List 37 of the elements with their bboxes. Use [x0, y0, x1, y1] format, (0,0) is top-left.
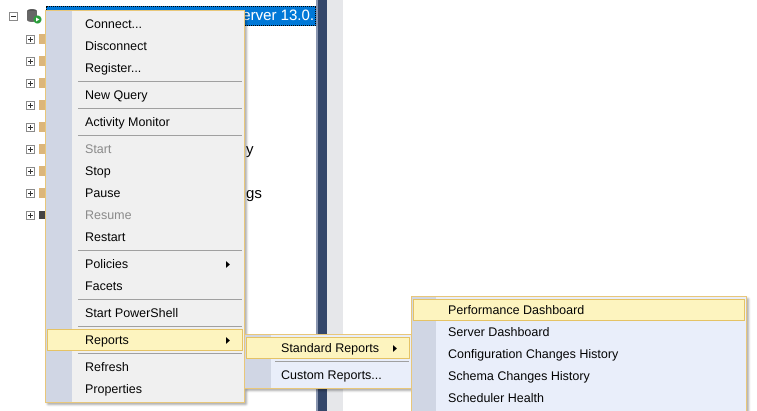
menu-item[interactable]: Schema Changes History [413, 365, 745, 387]
collapse-icon[interactable] [9, 12, 18, 20]
expand-icon[interactable] [26, 34, 35, 44]
menu-item[interactable]: Performance Dashboard [413, 299, 745, 321]
submenu-arrow-icon [226, 260, 230, 268]
tree-item-label[interactable]: gs [246, 184, 262, 202]
expand-icon[interactable] [26, 100, 35, 110]
submenu-arrow-icon [226, 336, 230, 344]
menu-item[interactable]: Disconnect [47, 35, 243, 57]
menu-item[interactable]: Scheduler Health [413, 387, 745, 409]
tree-item-label[interactable]: y [246, 140, 254, 158]
expand-icon[interactable] [26, 166, 35, 176]
menu-item[interactable]: Facets [47, 275, 243, 297]
expand-icon[interactable] [26, 210, 35, 220]
menu-item[interactable]: Configuration Changes History [413, 343, 745, 365]
submenu-arrow-icon [393, 344, 397, 352]
expand-icon[interactable] [26, 188, 35, 198]
menu-item[interactable]: Refresh [47, 356, 243, 378]
menu-item[interactable]: Register... [47, 57, 243, 79]
menu-item[interactable]: New Query [47, 84, 243, 106]
menu-item[interactable]: Connect... [47, 13, 243, 35]
menu-item[interactable]: Server Dashboard [413, 321, 745, 343]
expand-icon[interactable] [26, 78, 35, 88]
expand-icon[interactable] [26, 56, 35, 66]
menu-item[interactable]: Properties [47, 378, 243, 400]
menu-item[interactable]: Policies [47, 253, 243, 275]
menu-item[interactable]: Restart [47, 226, 243, 248]
menu-item[interactable]: Stop [47, 160, 243, 182]
menu-item[interactable]: Activity Monitor [47, 111, 243, 133]
menu-item[interactable]: Start PowerShell [47, 302, 243, 324]
menu-item[interactable]: Standard Reports [246, 337, 410, 359]
database-server-icon [26, 8, 42, 24]
menu-item[interactable]: Pause [47, 182, 243, 204]
expand-icon[interactable] [26, 122, 35, 132]
expand-icon[interactable] [26, 144, 35, 154]
menu-item[interactable]: Reports [47, 329, 243, 351]
menu-item[interactable]: Custom Reports... [246, 364, 410, 386]
